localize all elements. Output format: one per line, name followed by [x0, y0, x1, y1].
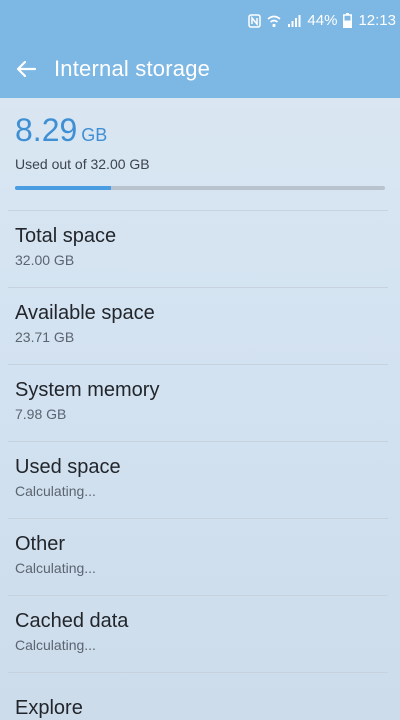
status-icons: 44% 12:13	[248, 12, 396, 29]
list-item-other[interactable]: Other Calculating...	[0, 519, 400, 595]
storage-list: Total space 32.00 GB Available space 23.…	[0, 210, 400, 720]
screen: 44% 12:13 Internal storage 8.29 GB Used …	[0, 0, 400, 720]
item-label: System memory	[15, 379, 160, 401]
item-label: Other	[15, 533, 66, 555]
item-value: 7.98 GB	[15, 406, 67, 422]
signal-icon	[287, 14, 301, 28]
back-button[interactable]	[2, 45, 50, 93]
storage-progress-fill	[15, 186, 112, 190]
status-time: 12:13	[358, 12, 396, 29]
nfc-icon	[248, 13, 262, 28]
item-label: Explore	[15, 697, 83, 719]
list-item-cached-data[interactable]: Cached data Calculating...	[0, 596, 400, 672]
item-label: Used space	[15, 456, 121, 478]
list-item-system-memory[interactable]: System memory 7.98 GB	[0, 365, 400, 441]
item-label: Cached data	[15, 610, 129, 632]
used-amount: 8.29 GB	[15, 112, 107, 149]
used-value: 8.29	[15, 112, 78, 148]
arrow-left-icon	[16, 60, 37, 78]
battery-icon	[343, 13, 353, 28]
item-label: Total space	[15, 225, 117, 247]
app-bar: Internal storage	[0, 40, 400, 98]
wifi-icon	[267, 14, 281, 28]
status-bar: 44% 12:13	[0, 0, 400, 40]
list-item-available-space[interactable]: Available space 23.71 GB	[0, 288, 400, 364]
item-value: Calculating...	[15, 560, 96, 576]
used-unit: GB	[81, 125, 108, 145]
item-value: Calculating...	[15, 637, 96, 653]
item-label: Available space	[15, 302, 155, 324]
used-caption: Used out of 32.00 GB	[15, 156, 150, 172]
storage-summary: 8.29 GB Used out of 32.00 GB	[0, 98, 400, 210]
storage-progress-bar	[15, 186, 385, 190]
list-item-explore[interactable]: Explore	[0, 673, 400, 720]
item-value: Calculating...	[15, 483, 96, 499]
list-item-used-space[interactable]: Used space Calculating...	[0, 442, 400, 518]
battery-percent: 44%	[307, 12, 338, 29]
page-title: Internal storage	[54, 56, 211, 81]
item-value: 32.00 GB	[15, 252, 75, 268]
item-value: 23.71 GB	[15, 329, 75, 345]
list-item-total-space[interactable]: Total space 32.00 GB	[0, 211, 400, 287]
top-bar: 44% 12:13 Internal storage	[0, 0, 400, 98]
